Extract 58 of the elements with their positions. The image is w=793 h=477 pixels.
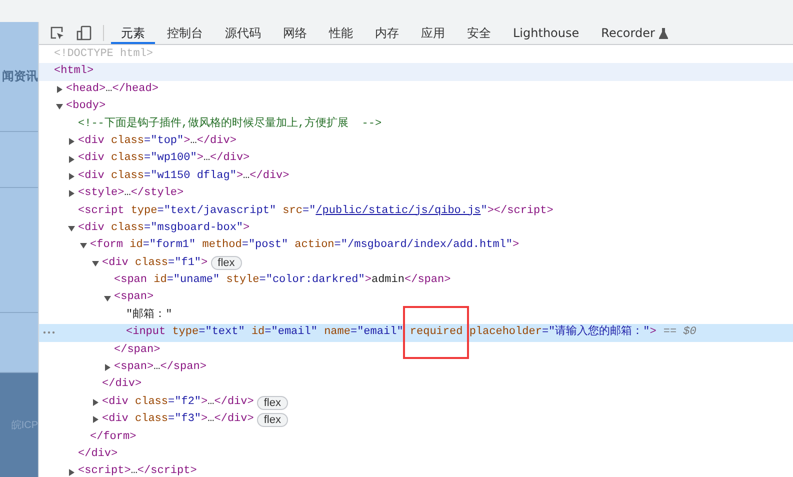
dom-tree-row[interactable]: <script type="text/javascript" src="/public/static/js/qibo.js"></script> xyxy=(39,202,793,220)
dom-tree-row[interactable]: <span> xyxy=(39,289,793,307)
panel-tab[interactable]: 性能 xyxy=(319,22,363,44)
flex-badge[interactable]: flex xyxy=(256,396,288,410)
dom-tree-row[interactable]: <div class="f3">…</div> flex xyxy=(39,411,793,429)
collapsed-triangle-icon[interactable] xyxy=(56,86,63,93)
expanded-triangle-icon[interactable] xyxy=(56,103,63,110)
dom-tree-row[interactable]: </div> xyxy=(39,376,793,394)
dom-tree-row[interactable]: <!--下面是钩子插件,做风格的时候尽量加上,方便扩展 --> xyxy=(39,116,793,133)
dom-tree-row[interactable]: <span>…</span> xyxy=(39,359,793,376)
collapsed-triangle-icon[interactable] xyxy=(68,190,75,198)
flex-badge[interactable]: flex xyxy=(256,412,288,427)
inspect-icon[interactable] xyxy=(49,25,65,41)
dom-tree-row[interactable]: <form id="form1" method="post" action="/msgboard/index/add.html"> xyxy=(39,237,793,255)
more-options-icon[interactable] xyxy=(43,331,55,334)
device-toolbar-icon[interactable] xyxy=(76,25,92,41)
dom-tree-row[interactable]: <div class="msgboard-box"> xyxy=(39,220,793,238)
expanded-triangle-icon[interactable] xyxy=(80,242,87,250)
collapsed-triangle-icon[interactable] xyxy=(104,364,111,372)
dom-tree-row[interactable]: </form> xyxy=(39,428,793,446)
expanded-triangle-icon[interactable] xyxy=(104,294,111,302)
dom-tree-row[interactable]: <span id="uname" style="color:darkred">admin</span> xyxy=(39,272,793,290)
dom-tree-row[interactable]: <style>…</style> xyxy=(39,185,793,203)
collapsed-triangle-icon[interactable] xyxy=(68,156,75,163)
dom-tree-row[interactable]: <div class="w1150 dflag">…</div> xyxy=(39,168,793,186)
collapsed-triangle-icon[interactable] xyxy=(68,138,75,146)
dom-tree-row[interactable]: <head>…</head> xyxy=(39,80,793,98)
expanded-triangle-icon[interactable] xyxy=(68,225,75,232)
console-reference-text: == $0 xyxy=(663,325,696,340)
dom-tree-row[interactable]: <input type="text" id="email" name="email" required placeholder="请输入您的邮箱："> == $0 xyxy=(39,324,793,342)
collapsed-triangle-icon[interactable] xyxy=(92,416,99,424)
highlight-box xyxy=(403,306,469,360)
panel-tab[interactable]: 网络 xyxy=(273,22,317,44)
panel-tab[interactable]: 应用 xyxy=(411,22,455,44)
collapsed-triangle-icon[interactable] xyxy=(68,468,75,476)
panel-tab[interactable]: 元素 xyxy=(111,22,155,44)
panel-tab[interactable]: Recorder xyxy=(591,22,678,44)
dom-tree-row[interactable]: </span> xyxy=(39,342,793,360)
flex-badge[interactable]: flex xyxy=(210,256,242,270)
panel-tab[interactable]: 控制台 xyxy=(157,22,213,44)
dom-tree-row[interactable]: <div class="f1"> flex xyxy=(39,254,793,272)
dom-tree-row[interactable]: <div class="top">…</div> xyxy=(39,132,793,150)
dom-tree-row[interactable]: <html> xyxy=(39,63,793,81)
dom-tree-row[interactable]: <body> xyxy=(39,98,793,116)
dom-tree-row[interactable]: </div> xyxy=(39,446,793,464)
dom-tree-row[interactable]: <div class="f2">…</div> flex xyxy=(39,394,793,412)
panel-tab[interactable]: 源代码 xyxy=(215,22,271,44)
expanded-triangle-icon[interactable] xyxy=(92,260,99,267)
script-link[interactable]: /public/static/js/qibo.js xyxy=(316,202,481,220)
dom-tree-row[interactable]: "邮箱：" xyxy=(39,306,793,324)
panel-tab[interactable]: Lighthouse xyxy=(503,22,590,44)
collapsed-triangle-icon[interactable] xyxy=(92,399,99,406)
page-heading: 闻资讯 xyxy=(2,68,38,85)
dom-tree-row[interactable]: <script>…</script> xyxy=(39,463,793,477)
dom-tree-row[interactable]: <div class="wp100">…</div> xyxy=(39,150,793,168)
panel-tab[interactable]: 内存 xyxy=(365,22,409,44)
panel-tab[interactable]: 安全 xyxy=(457,22,501,44)
collapsed-triangle-icon[interactable] xyxy=(68,172,75,180)
